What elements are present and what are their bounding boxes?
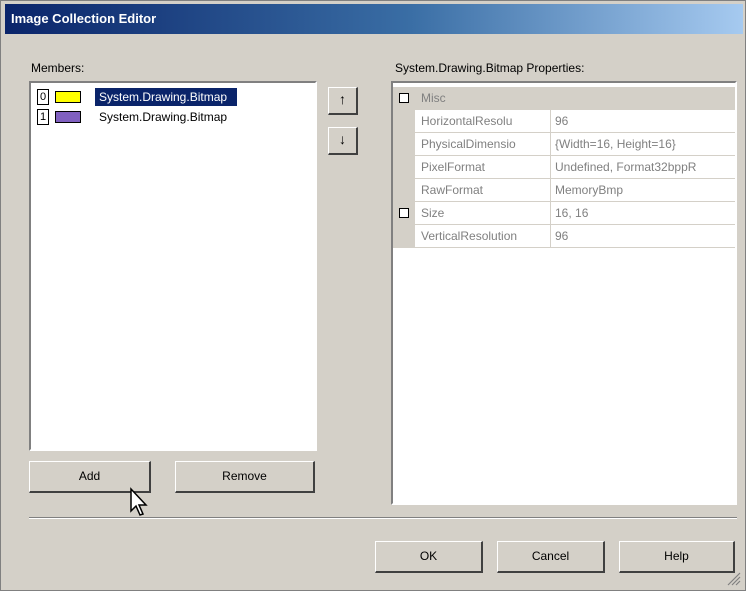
resize-grip-icon[interactable] xyxy=(727,572,741,586)
property-row[interactable]: PixelFormat Undefined, Format32bppR xyxy=(393,156,735,179)
remove-button[interactable]: Remove xyxy=(175,461,315,493)
property-name: PhysicalDimensio xyxy=(415,133,551,155)
property-row[interactable]: PhysicalDimensio {Width=16, Height=16} xyxy=(393,133,735,156)
image-collection-editor-dialog: Image Collection Editor Members: 0 Syste… xyxy=(0,0,746,591)
property-name: Size xyxy=(415,202,551,224)
members-list[interactable]: 0 System.Drawing.Bitmap 1 System.Drawing… xyxy=(29,81,317,451)
property-name: VerticalResolution xyxy=(415,225,551,247)
move-up-button[interactable]: ↑ xyxy=(328,87,358,115)
move-down-button[interactable]: ↓ xyxy=(328,127,358,155)
property-grid[interactable]: Misc HorizontalResolu 96 PhysicalDimensi… xyxy=(391,81,737,505)
property-name: RawFormat xyxy=(415,179,551,201)
property-value[interactable]: MemoryBmp xyxy=(551,179,735,201)
mouse-cursor-icon xyxy=(130,487,148,516)
collapse-icon[interactable] xyxy=(393,87,415,109)
property-value[interactable]: 96 xyxy=(551,110,735,132)
property-row[interactable]: RawFormat MemoryBmp xyxy=(393,179,735,202)
help-button[interactable]: Help xyxy=(619,541,735,573)
member-item-0[interactable]: 0 System.Drawing.Bitmap xyxy=(33,87,311,107)
property-name: PixelFormat xyxy=(415,156,551,178)
title-bar: Image Collection Editor xyxy=(5,4,743,34)
member-name: System.Drawing.Bitmap xyxy=(95,88,238,106)
property-name: HorizontalResolu xyxy=(415,110,551,132)
property-value[interactable]: Undefined, Format32bppR xyxy=(551,156,735,178)
category-row-misc[interactable]: Misc xyxy=(393,87,735,110)
property-value[interactable]: {Width=16, Height=16} xyxy=(551,133,735,155)
member-item-1[interactable]: 1 System.Drawing.Bitmap xyxy=(33,107,311,127)
members-label: Members: xyxy=(31,61,85,75)
property-value[interactable]: 16, 16 xyxy=(551,202,735,224)
category-name: Misc xyxy=(421,91,446,105)
cancel-button[interactable]: Cancel xyxy=(497,541,605,573)
property-row[interactable]: HorizontalResolu 96 xyxy=(393,110,735,133)
ok-button[interactable]: OK xyxy=(375,541,483,573)
property-value[interactable]: 96 xyxy=(551,225,735,247)
bitmap-preview-icon xyxy=(55,91,81,103)
property-row[interactable]: Size 16, 16 xyxy=(393,202,735,225)
bitmap-preview-icon xyxy=(55,111,81,123)
member-index: 0 xyxy=(37,89,49,105)
window-title: Image Collection Editor xyxy=(11,11,157,26)
separator xyxy=(29,517,737,519)
property-row[interactable]: VerticalResolution 96 xyxy=(393,225,735,248)
member-index: 1 xyxy=(37,109,49,125)
expand-icon[interactable] xyxy=(393,202,415,224)
properties-label: System.Drawing.Bitmap Properties: xyxy=(395,61,585,75)
member-name: System.Drawing.Bitmap xyxy=(99,110,228,124)
